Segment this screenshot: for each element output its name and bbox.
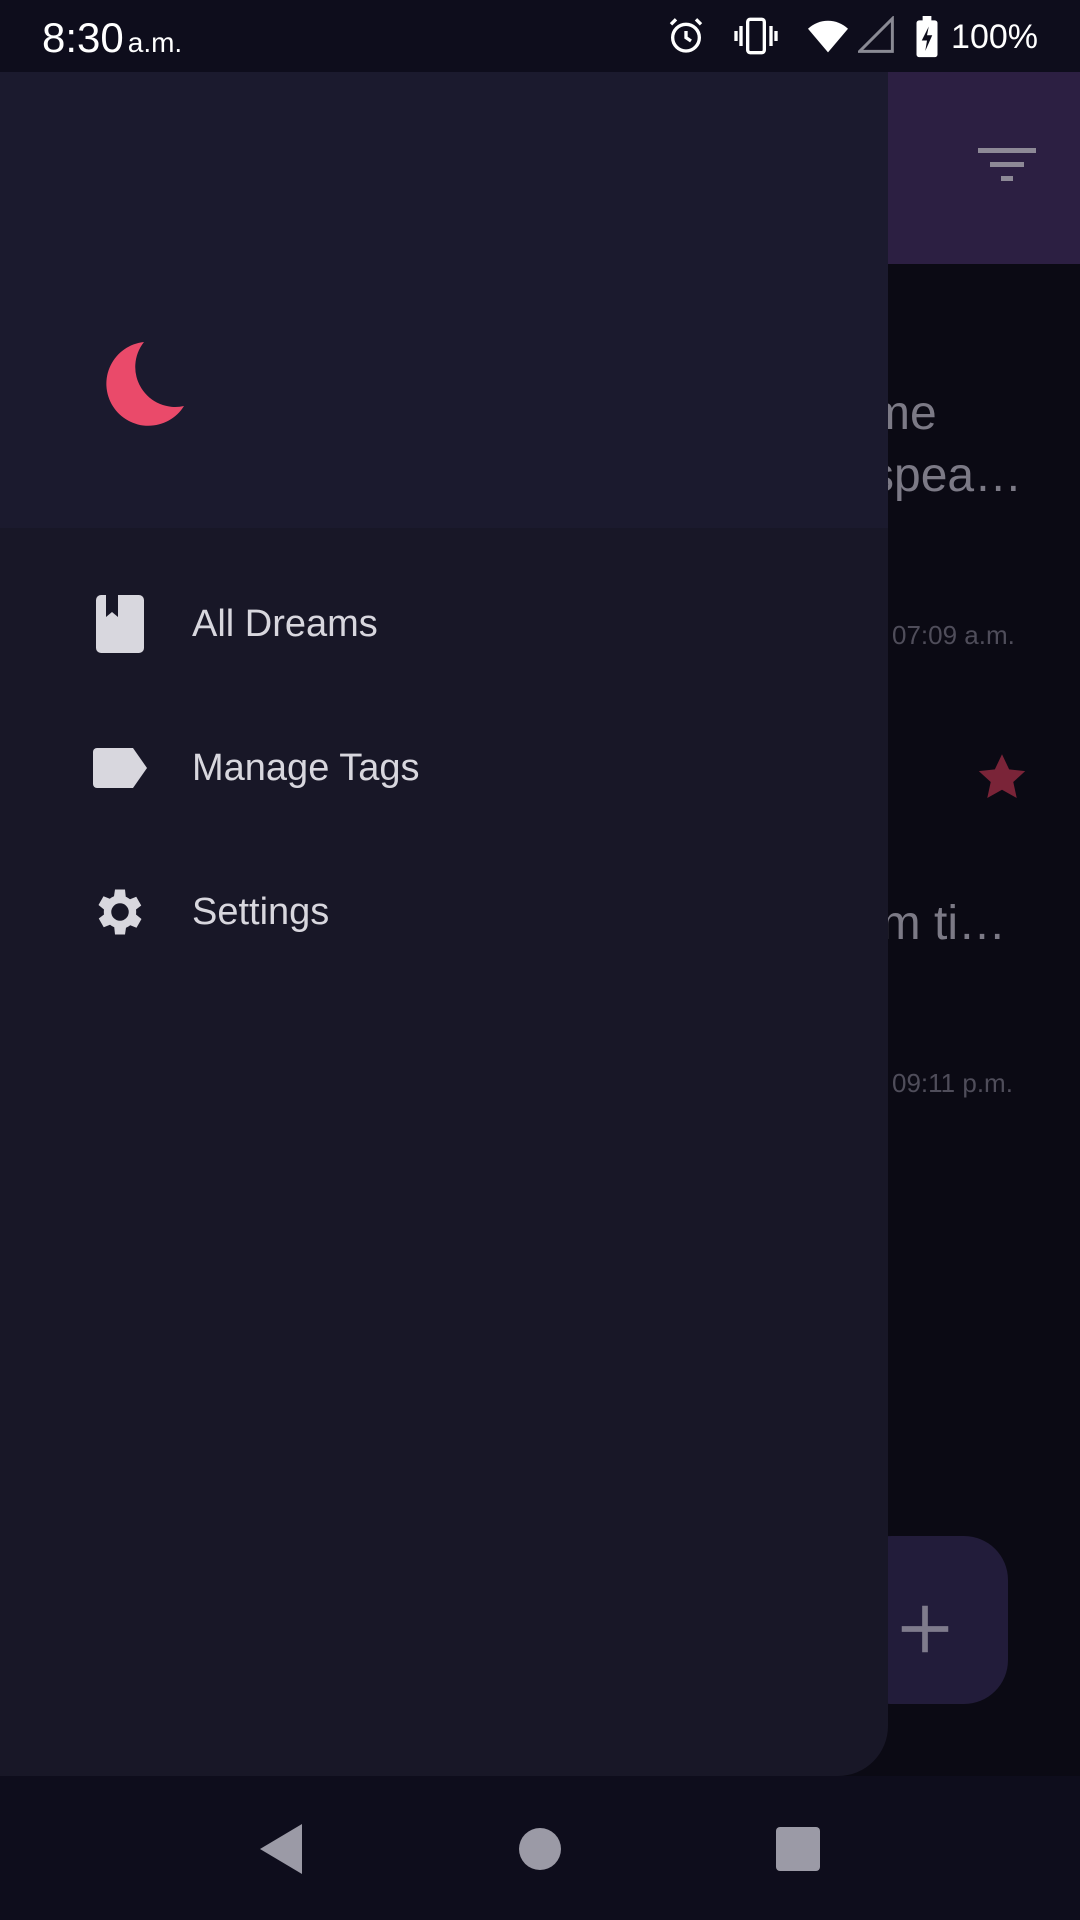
drawer-item-label: All Dreams [192,602,378,645]
recents-button[interactable] [753,1804,843,1894]
status-time-ampm: a.m. [127,27,183,58]
navigation-drawer: All Dreams Manage Tags Settings [0,72,888,1776]
drawer-item-settings[interactable]: Settings [0,852,888,972]
battery-charging-icon [916,16,938,58]
status-bar: 8:30 a.m. 100% [0,0,1080,72]
gear-icon [88,880,152,944]
moon-icon [106,342,184,426]
dream-timestamp: 07:09 a.m. [892,620,1015,650]
screen: 8:30 a.m. 100% me spea… 07:09 a.m. lm ti… [0,0,1080,1920]
dream-preview-line: lm ti… [870,897,1006,950]
dream-timestamp: 09:11 p.m. [892,1068,1013,1098]
filter-icon[interactable] [978,140,1036,186]
vibrate-icon [734,17,778,55]
cell-signal-icon [858,16,894,53]
status-time-value: 8:30 [42,14,124,61]
drawer-item-all-dreams[interactable]: All Dreams [0,564,888,684]
status-time: 8:30 a.m. [42,14,182,62]
book-icon [88,592,152,656]
recents-icon [776,1827,820,1871]
battery-percentage: 100% [951,18,1038,56]
drawer-header [0,72,888,528]
drawer-item-label: Manage Tags [192,746,420,789]
dream-preview-line: spea… [870,449,1023,502]
home-icon [519,1828,561,1870]
home-button[interactable] [495,1804,585,1894]
system-navigation-bar [0,1776,1080,1920]
back-button[interactable] [236,1804,326,1894]
wifi-icon [808,20,848,53]
alarm-icon [669,18,703,53]
tag-icon [88,736,152,800]
plus-icon [901,1605,949,1653]
drawer-item-manage-tags[interactable]: Manage Tags [0,708,888,828]
drawer-item-label: Settings [192,890,330,933]
back-icon [260,1824,302,1874]
star-icon[interactable] [976,752,1028,802]
